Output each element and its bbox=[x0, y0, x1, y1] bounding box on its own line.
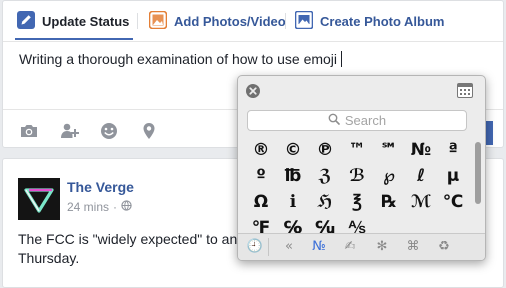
composer-tabs: Update Status Add Photos/Video Create Ph… bbox=[3, 1, 503, 42]
symbol-cell[interactable]: ℘ bbox=[373, 164, 405, 188]
recents-icon[interactable]: 🕘 bbox=[244, 237, 266, 257]
picker-search-input[interactable]: Search bbox=[247, 110, 467, 131]
photo-icon bbox=[148, 10, 168, 32]
tab-create-album-label: Create Photo Album bbox=[320, 13, 445, 29]
text-caret bbox=[341, 51, 343, 67]
emoji-symbol-picker: Search ® © ℗ ™ ℠ № ª º ℔ ℨ ℬ ℘ ℓ µ Ω ℹ ℌ… bbox=[237, 75, 486, 261]
symbol-cell[interactable]: ℃ bbox=[437, 190, 469, 214]
symbol-cell[interactable]: ℥ bbox=[341, 190, 373, 214]
active-tab-indicator bbox=[15, 38, 133, 40]
tab-divider bbox=[285, 13, 286, 29]
symbol-cell[interactable]: ℹ bbox=[277, 190, 309, 214]
picker-search-placeholder: Search bbox=[344, 113, 387, 128]
signs-icon[interactable]: ♻ bbox=[433, 237, 455, 257]
symbol-cell[interactable]: µ bbox=[437, 164, 469, 188]
tab-divider bbox=[137, 13, 138, 29]
story-text: The FCC is "widely expected" to an Thurs… bbox=[18, 230, 237, 268]
close-icon[interactable] bbox=[246, 84, 260, 98]
story-text-line: The FCC is "widely expected" to an bbox=[18, 231, 238, 247]
symbol-cell[interactable]: ™ bbox=[341, 138, 373, 162]
search-icon bbox=[328, 112, 340, 130]
story-text-line: Thursday. bbox=[18, 250, 80, 266]
tag-friends-icon[interactable] bbox=[59, 120, 81, 142]
camera-icon[interactable] bbox=[18, 120, 40, 142]
technical-icon[interactable]: ⌘ bbox=[402, 237, 424, 257]
status-input-text: Writing a thorough examination of how to… bbox=[19, 51, 338, 67]
tab-create-album[interactable]: Create Photo Album bbox=[294, 10, 445, 32]
symbol-cell[interactable]: ℗ bbox=[309, 138, 341, 162]
separator-dot: · bbox=[113, 200, 118, 214]
location-icon[interactable] bbox=[138, 120, 160, 142]
story-timestamp: 24 mins · bbox=[67, 200, 132, 214]
tab-add-photos-label: Add Photos/Video bbox=[174, 13, 286, 29]
symbol-cell[interactable]: ® bbox=[245, 138, 277, 162]
symbol-cell[interactable]: ℞ bbox=[373, 190, 405, 214]
tab-update-status[interactable]: Update Status bbox=[17, 10, 129, 32]
symbol-cell[interactable]: ℬ bbox=[341, 164, 373, 188]
symbol-cell[interactable]: º bbox=[245, 164, 277, 188]
symbol-cell[interactable]: ℓ bbox=[405, 164, 437, 188]
picker-scrollbar[interactable] bbox=[475, 142, 481, 204]
category-divider bbox=[268, 238, 269, 256]
story-time-text: 24 mins bbox=[67, 200, 110, 214]
symbol-cell[interactable]: ª bbox=[437, 138, 469, 162]
stars-icon[interactable]: ✻ bbox=[371, 237, 393, 257]
symbol-cell[interactable]: ℠ bbox=[373, 138, 405, 162]
globe-icon bbox=[121, 200, 132, 214]
category-bar: 🕘 « № ✍ ✻ ⌘ ♻ bbox=[238, 233, 485, 260]
symbol-cell[interactable]: № bbox=[405, 138, 437, 162]
tab-add-photos[interactable]: Add Photos/Video bbox=[148, 10, 286, 32]
symbol-cell[interactable]: © bbox=[277, 138, 309, 162]
tab-update-status-label: Update Status bbox=[42, 13, 130, 29]
album-icon bbox=[294, 10, 314, 32]
story-author[interactable]: The Verge bbox=[67, 179, 134, 195]
character-viewer-icon[interactable] bbox=[457, 83, 473, 98]
letterlike-icon[interactable]: № bbox=[308, 237, 330, 257]
feeling-icon[interactable] bbox=[98, 120, 120, 142]
symbol-cell[interactable]: ℳ bbox=[405, 190, 437, 214]
symbol-cell[interactable]: Ω bbox=[245, 190, 277, 214]
punctuation-icon[interactable]: « bbox=[278, 237, 300, 257]
avatar[interactable] bbox=[18, 178, 60, 220]
symbol-cell[interactable]: ℨ bbox=[309, 164, 341, 188]
status-input[interactable]: Writing a thorough examination of how to… bbox=[19, 51, 343, 67]
pencil-icon bbox=[17, 10, 35, 32]
symbol-cell[interactable]: ℔ bbox=[277, 164, 309, 188]
symbol-cell[interactable]: ℌ bbox=[309, 190, 341, 214]
pictographs-icon[interactable]: ✍ bbox=[339, 237, 361, 257]
symbol-grid: ® © ℗ ™ ℠ № ª º ℔ ℨ ℬ ℘ ℓ µ Ω ℹ ℌ ℥ ℞ ℳ … bbox=[245, 138, 469, 236]
